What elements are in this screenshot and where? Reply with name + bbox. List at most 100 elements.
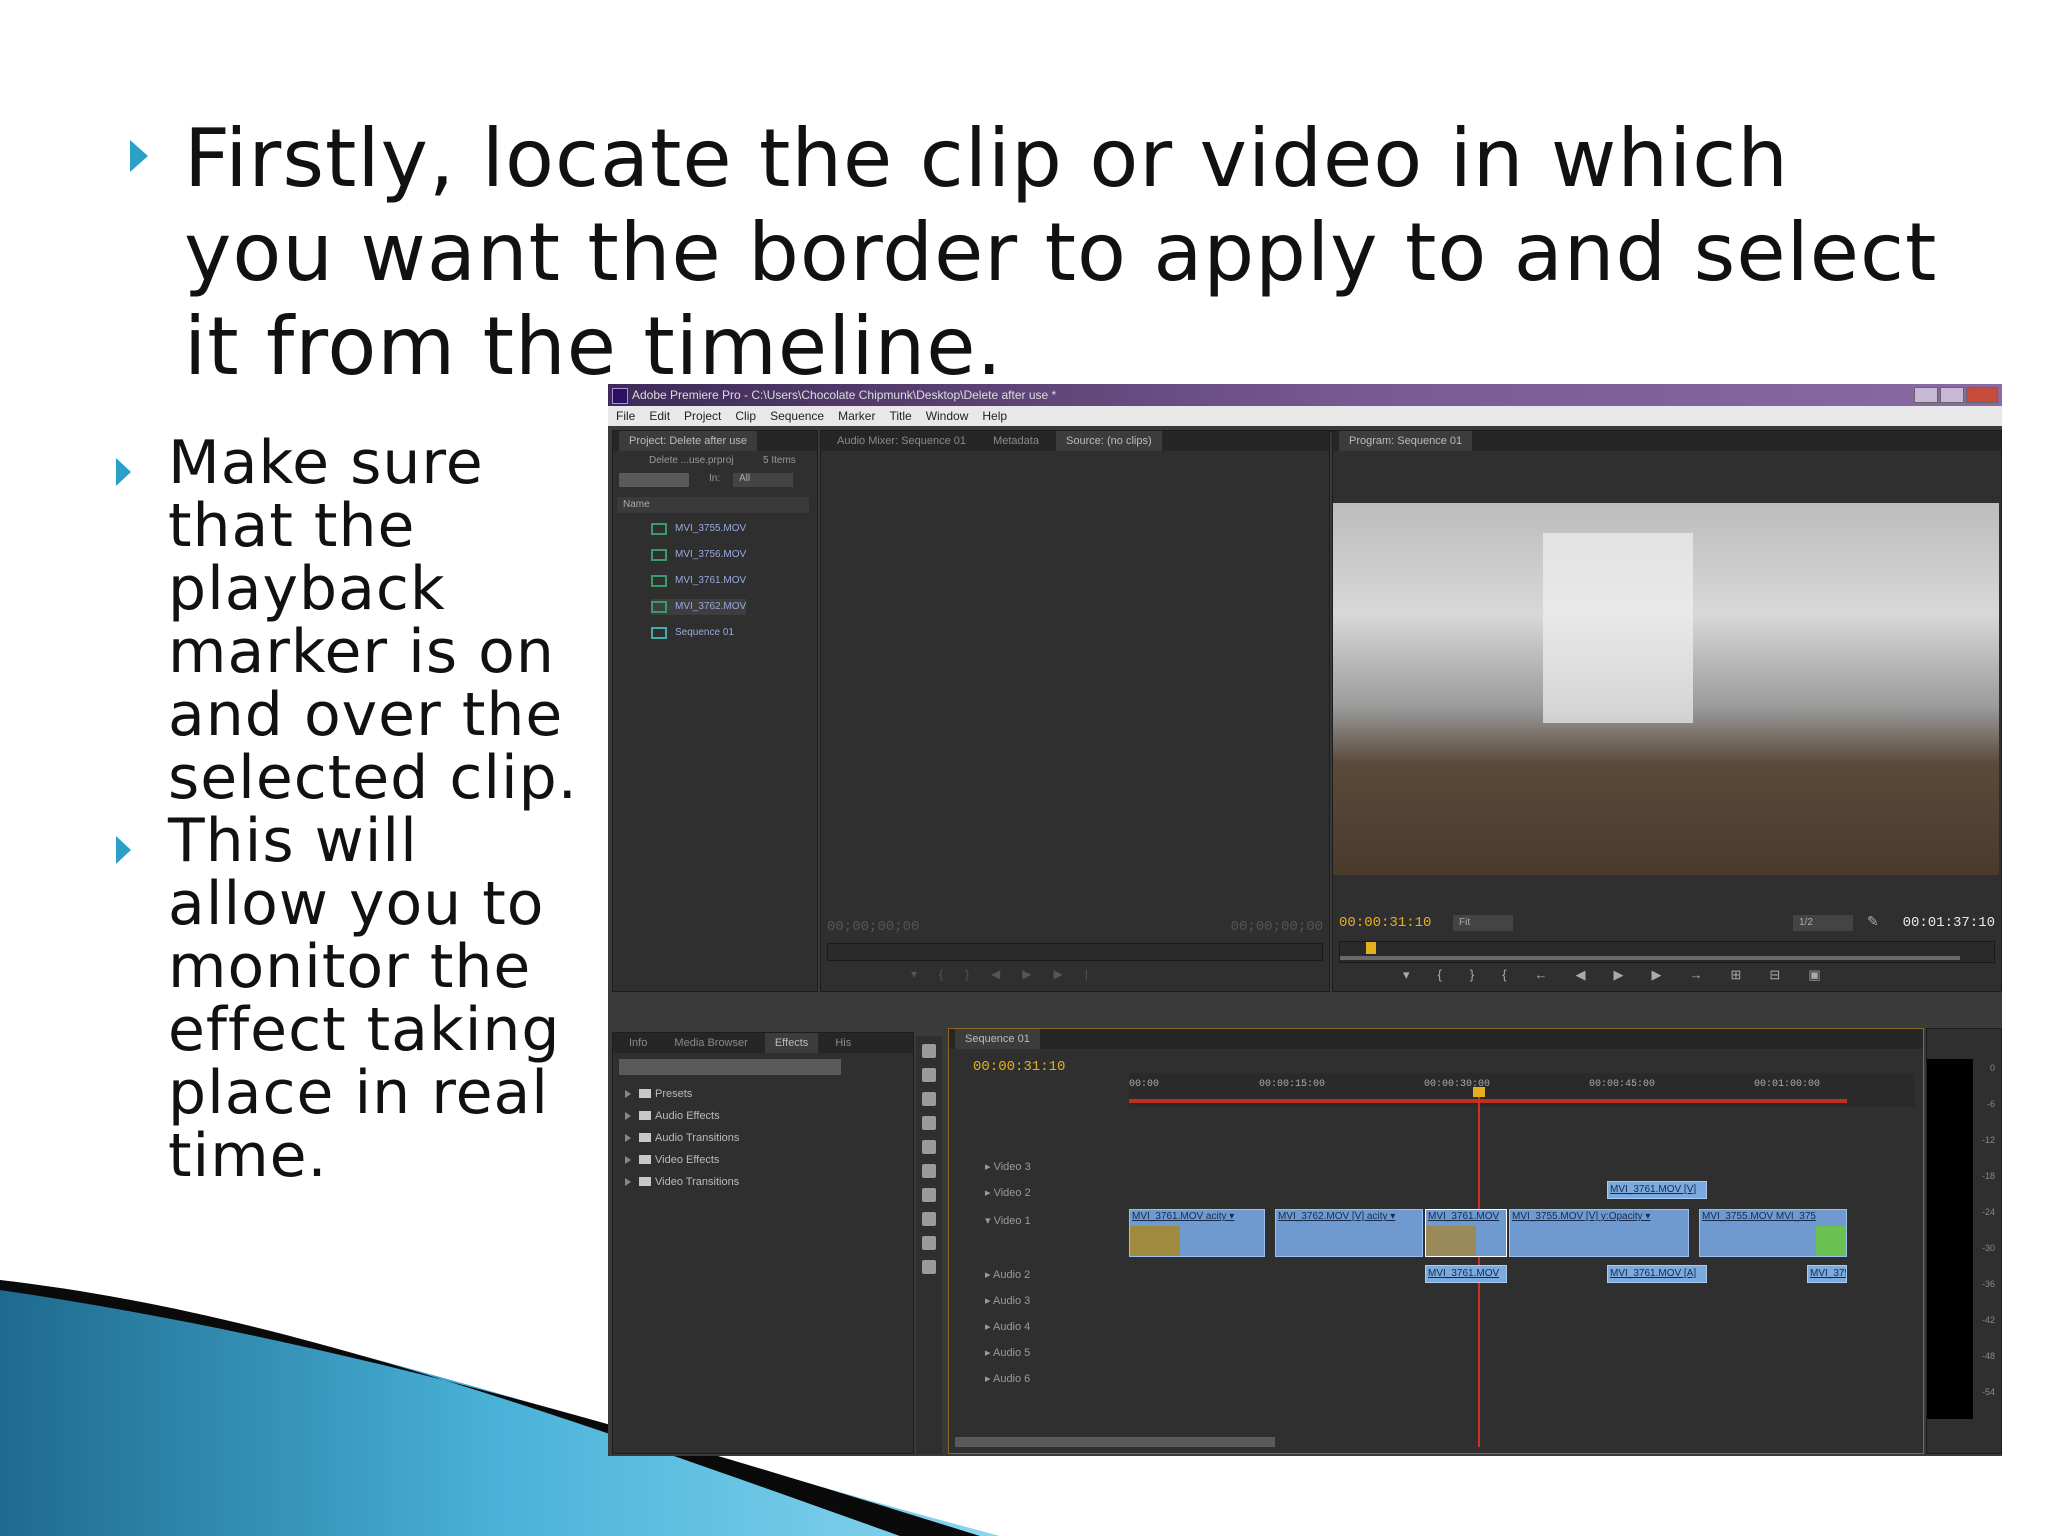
track-audio-4[interactable]: ▸ Audio 4 — [985, 1319, 1030, 1335]
menu-project[interactable]: Project — [684, 406, 721, 426]
timeline-clip[interactable]: MVI_3755.MOV MVI_375 — [1699, 1209, 1847, 1257]
tab-audio-mixer[interactable]: Audio Mixer: Sequence 01 — [827, 431, 976, 451]
source-timecode-in: 00;00;00;00 — [827, 919, 920, 935]
track-audio-5[interactable]: ▸ Audio 5 — [985, 1345, 1030, 1361]
fit-select[interactable]: Fit — [1453, 915, 1513, 931]
side-bullet-2: This will allow you to monitor the effec… — [112, 810, 582, 1188]
tab-project[interactable]: Project: Delete after use — [619, 431, 758, 451]
name-column-header[interactable]: Name — [617, 497, 809, 513]
timeline-clip-video2[interactable]: MVI_3761.MOV [V] — [1607, 1181, 1707, 1199]
source-transport-controls[interactable]: ▾{}◀▶▶| — [911, 967, 1211, 983]
effects-folder[interactable]: Video Transitions — [625, 1173, 739, 1191]
menu-help[interactable]: Help — [982, 406, 1007, 426]
project-item[interactable]: MVI_3755.MOV — [651, 521, 746, 537]
project-panel: Project: Delete after use Delete ...use.… — [612, 430, 818, 992]
menu-file[interactable]: File — [616, 406, 635, 426]
main-bullet-text: Firstly, locate the clip or video in whi… — [184, 112, 1938, 393]
maximize-button[interactable] — [1940, 387, 1964, 403]
wrench-icon[interactable]: ✎ — [1867, 913, 1879, 930]
rate-stretch-tool-icon[interactable] — [922, 1140, 936, 1154]
minimize-button[interactable] — [1914, 387, 1938, 403]
folder-icon — [639, 1133, 651, 1142]
rolling-edit-tool-icon[interactable] — [922, 1116, 936, 1130]
app-title: Adobe Premiere Pro - C:\Users\Chocolate … — [632, 388, 1057, 402]
tab-source[interactable]: Source: (no clips) — [1056, 431, 1162, 451]
selection-tool-icon[interactable] — [922, 1044, 936, 1058]
project-item[interactable]: MVI_3761.MOV — [651, 573, 746, 589]
hand-tool-icon[interactable] — [922, 1236, 936, 1250]
project-item[interactable]: MVI_3762.MOV — [651, 599, 747, 615]
audio-meter — [1927, 1059, 1973, 1419]
effects-folder[interactable]: Presets — [625, 1085, 692, 1103]
ripple-edit-tool-icon[interactable] — [922, 1092, 936, 1106]
timeline-audio-clip[interactable]: MVI_3761.MOV — [1425, 1265, 1507, 1283]
project-item-sequence[interactable]: Sequence 01 — [651, 625, 734, 641]
effects-folder[interactable]: Audio Transitions — [625, 1129, 739, 1147]
pen-tool-icon[interactable] — [922, 1212, 936, 1226]
menu-clip[interactable]: Clip — [735, 406, 756, 426]
expand-triangle-icon — [625, 1156, 631, 1164]
tab-sequence[interactable]: Sequence 01 — [955, 1029, 1040, 1049]
audio-meters-panel: 0 -6 -12 -18 -24 -30 -36 -42 -48 -54 — [1926, 1028, 2002, 1454]
timeline-panel-header: Sequence 01 — [949, 1029, 1923, 1049]
meter-label: -48 — [1981, 1351, 1995, 1361]
playhead-marker-icon[interactable] — [1366, 942, 1376, 954]
timeline-audio-clip[interactable]: MVI_3761.MOV [A] — [1607, 1265, 1707, 1283]
playhead-marker-icon[interactable] — [1473, 1087, 1485, 1097]
timeline-clip-selected[interactable]: MVI_3761.MOV — [1425, 1209, 1507, 1257]
menu-window[interactable]: Window — [926, 406, 969, 426]
in-filter-select[interactable]: All — [733, 473, 793, 487]
project-item[interactable]: MVI_3756.MOV — [651, 547, 746, 563]
work-area-bar[interactable] — [1129, 1099, 1847, 1103]
program-scrubber[interactable] — [1339, 941, 1995, 963]
track-video-3[interactable]: ▸ Video 3 — [985, 1159, 1031, 1175]
effects-folder[interactable]: Video Effects — [625, 1151, 719, 1169]
expand-triangle-icon — [625, 1178, 631, 1186]
video-highlight — [1543, 533, 1693, 723]
menu-marker[interactable]: Marker — [838, 406, 875, 426]
razor-tool-icon[interactable] — [922, 1164, 936, 1178]
project-search-input[interactable] — [619, 473, 689, 487]
meter-label: -12 — [1981, 1135, 1995, 1145]
tab-effects[interactable]: Effects — [764, 1033, 819, 1053]
slip-tool-icon[interactable] — [922, 1188, 936, 1202]
program-transport-controls[interactable]: ▾{}{←◀▶▶→⊞⊟▣ — [1403, 967, 1993, 987]
program-zoom-bar[interactable] — [1340, 956, 1960, 960]
resolution-select[interactable]: 1/2 — [1793, 915, 1853, 931]
menu-edit[interactable]: Edit — [649, 406, 670, 426]
timeline-audio-clip[interactable]: MVI_375 — [1807, 1265, 1847, 1283]
zoom-tool-icon[interactable] — [922, 1260, 936, 1274]
meter-label: -18 — [1981, 1171, 1995, 1181]
tab-history[interactable]: His — [825, 1033, 861, 1053]
track-video-1[interactable]: ▾ Video 1 — [985, 1213, 1031, 1229]
track-audio-2[interactable]: ▸ Audio 2 — [985, 1267, 1030, 1283]
menu-title[interactable]: Title — [889, 406, 911, 426]
tab-metadata[interactable]: Metadata — [983, 431, 1049, 451]
app-screenshot: Adobe Premiere Pro - C:\Users\Chocolate … — [608, 384, 2002, 1456]
track-audio-3[interactable]: ▸ Audio 3 — [985, 1293, 1030, 1309]
timeline-clip[interactable]: MVI_3762.MOV [V] acity ▾ — [1275, 1209, 1423, 1257]
ruler-label: 00:00 — [1129, 1079, 1160, 1090]
tab-media-browser[interactable]: Media Browser — [664, 1033, 757, 1053]
tab-program[interactable]: Program: Sequence 01 — [1339, 431, 1473, 451]
bullet-arrow-icon — [130, 140, 148, 172]
close-button[interactable] — [1966, 387, 1998, 403]
program-current-time[interactable]: 00:00:31:10 — [1339, 915, 1431, 931]
project-panel-header: Project: Delete after use — [613, 431, 817, 451]
track-select-tool-icon[interactable] — [922, 1068, 936, 1082]
timeline-current-time[interactable]: 00:00:31:10 — [973, 1059, 1065, 1075]
menu-sequence[interactable]: Sequence — [770, 406, 824, 426]
track-video-2[interactable]: ▸ Video 2 — [985, 1185, 1031, 1201]
source-scrubber[interactable] — [827, 943, 1323, 961]
track-audio-6[interactable]: ▸ Audio 6 — [985, 1371, 1030, 1387]
sequence-icon — [651, 627, 667, 639]
timeline-clip[interactable]: MVI_3761.MOV acity ▾ — [1129, 1209, 1265, 1257]
timeline-scrollbar[interactable] — [955, 1437, 1275, 1447]
effects-search-input[interactable] — [619, 1059, 841, 1075]
effects-folder[interactable]: Audio Effects — [625, 1107, 720, 1125]
ruler-label: 00:00:15:00 — [1259, 1079, 1326, 1090]
side-bullet-list: Make sure that the playback marker is on… — [112, 432, 582, 1188]
tab-info[interactable]: Info — [619, 1033, 657, 1053]
timeline-clip[interactable]: MVI_3755.MOV [V] y:Opacity ▾ — [1509, 1209, 1689, 1257]
side-bullet-text: This will allow you to monitor the effec… — [168, 806, 561, 1191]
